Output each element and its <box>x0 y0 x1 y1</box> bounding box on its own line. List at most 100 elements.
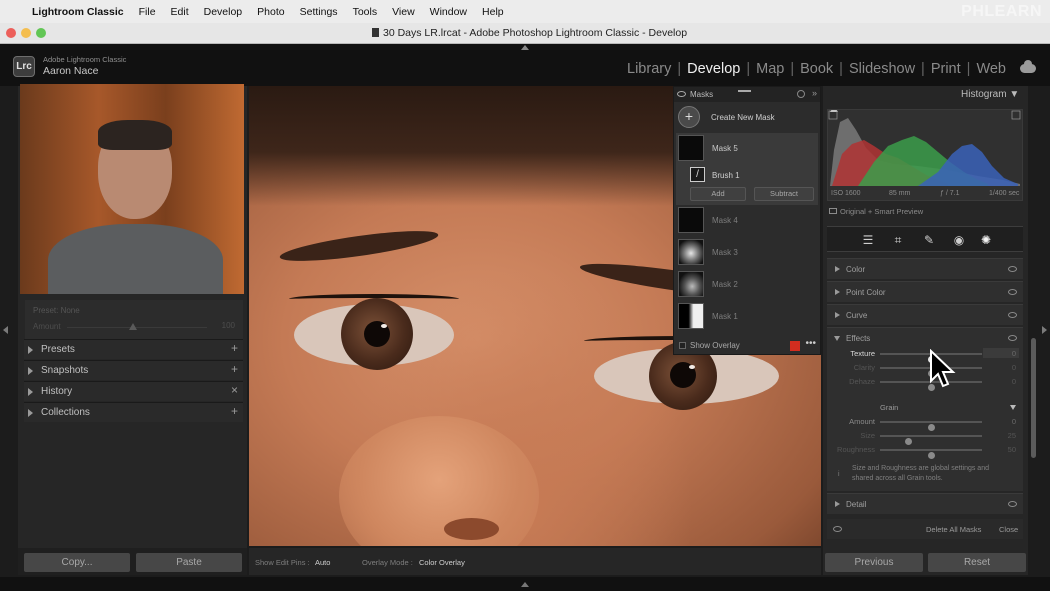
menu-file[interactable]: File <box>139 6 156 18</box>
section-snapshots[interactable]: Snapshots + <box>24 360 243 380</box>
slider-value[interactable]: 0 <box>1012 349 1016 358</box>
preview-status[interactable]: Original + Smart Preview <box>829 207 923 216</box>
add-snapshot-icon[interactable]: + <box>231 362 238 376</box>
module-develop[interactable]: Develop <box>687 61 740 77</box>
slider-track[interactable] <box>880 449 982 459</box>
overlay-color-swatch[interactable] <box>790 341 800 351</box>
menu-edit[interactable]: Edit <box>171 6 189 18</box>
visibility-eye-icon[interactable] <box>1008 335 1017 341</box>
visibility-eye-icon[interactable] <box>1008 289 1017 295</box>
menu-develop[interactable]: Develop <box>204 6 243 18</box>
sliders-icon[interactable]: ☰ <box>861 233 875 247</box>
eye-icon[interactable] <box>833 526 842 532</box>
expand-triangle-icon <box>28 367 33 375</box>
module-web[interactable]: Web <box>976 61 1006 77</box>
section-detail[interactable]: Detail <box>827 493 1023 514</box>
menu-window[interactable]: Window <box>430 6 467 18</box>
mask-item-5[interactable]: Mask 5 <box>678 135 818 165</box>
crop-icon[interactable]: ⌗ <box>891 233 905 248</box>
clear-history-icon[interactable]: × <box>231 383 238 397</box>
section-effects[interactable]: Effects <box>827 327 1023 348</box>
menu-help[interactable]: Help <box>482 6 504 18</box>
brush-component[interactable]: / Brush 1 <box>690 167 818 185</box>
module-book[interactable]: Book <box>800 61 833 77</box>
menu-view[interactable]: View <box>392 6 415 18</box>
mask-item-1[interactable]: Mask 1 <box>678 303 818 333</box>
expand-triangle-icon <box>835 289 840 295</box>
slider-value[interactable]: 0 <box>1012 377 1016 386</box>
add-preset-icon[interactable]: + <box>231 341 238 355</box>
close-masks-button[interactable]: Close <box>999 525 1018 534</box>
mask-item-4[interactable]: Mask 4 <box>678 207 818 237</box>
identity-user: Aaron Nace <box>43 65 99 77</box>
module-map[interactable]: Map <box>756 61 784 77</box>
close-window-button[interactable] <box>6 28 16 38</box>
section-color[interactable]: Color <box>827 258 1023 279</box>
left-panel-toggle-icon[interactable] <box>3 326 8 334</box>
right-panel-scrollbar[interactable] <box>1031 338 1036 458</box>
show-edit-pins-select[interactable]: Auto <box>315 558 330 567</box>
slider-track[interactable] <box>880 435 982 445</box>
slider-thumb[interactable] <box>928 452 935 459</box>
section-history[interactable]: History × <box>24 381 243 401</box>
mask-label: Mask 2 <box>712 280 738 289</box>
slider-value[interactable]: 0 <box>1012 417 1016 426</box>
zoom-window-button[interactable] <box>36 28 46 38</box>
paste-button[interactable]: Paste <box>136 553 242 572</box>
section-collections[interactable]: Collections + <box>24 402 243 422</box>
grain-collapse-icon[interactable] <box>1010 405 1016 410</box>
visibility-eye-icon[interactable] <box>1008 266 1017 272</box>
visibility-eye-icon[interactable] <box>1008 312 1017 318</box>
texture-slider[interactable]: Texture 0 <box>827 347 1023 363</box>
filmstrip-toggle-icon[interactable] <box>521 582 529 587</box>
plus-icon[interactable]: + <box>678 106 700 128</box>
section-point-color[interactable]: Point Color <box>827 281 1023 302</box>
module-library[interactable]: Library <box>627 61 671 77</box>
menu-app[interactable]: Lightroom Classic <box>32 6 124 18</box>
slider-value[interactable]: 50 <box>1008 445 1016 454</box>
show-overlay-checkbox[interactable] <box>679 342 686 349</box>
clarity-slider[interactable]: Clarity 0 <box>827 361 1023 377</box>
cloud-icon[interactable] <box>1020 60 1036 73</box>
delete-all-masks-button[interactable]: Delete All Masks <box>926 525 981 534</box>
add-collection-icon[interactable]: + <box>231 404 238 418</box>
grain-roughness-slider[interactable]: Roughness 50 <box>827 443 1023 459</box>
help-icon[interactable] <box>797 90 805 98</box>
slider-value[interactable]: 25 <box>1008 431 1016 440</box>
drag-handle-icon[interactable] <box>738 90 751 92</box>
histogram-header[interactable]: Histogram ▼ <box>961 89 1019 100</box>
menu-tools[interactable]: Tools <box>353 6 378 18</box>
eye-icon[interactable] <box>677 91 686 97</box>
amount-slider-thumb[interactable] <box>129 323 137 330</box>
top-panel-toggle-icon[interactable] <box>521 45 529 50</box>
more-options-icon[interactable]: ••• <box>805 338 816 349</box>
menu-photo[interactable]: Photo <box>257 6 284 18</box>
menu-settings[interactable]: Settings <box>300 6 338 18</box>
visibility-eye-icon[interactable] <box>1008 501 1017 507</box>
grain-amount-slider[interactable]: Amount 0 <box>827 415 1023 431</box>
module-slideshow[interactable]: Slideshow <box>849 61 915 77</box>
amount-slider-track[interactable] <box>67 327 207 328</box>
mask-item-3[interactable]: Mask 3 <box>678 239 818 269</box>
minimize-window-button[interactable] <box>21 28 31 38</box>
heal-icon[interactable]: ✎ <box>922 233 936 247</box>
slider-track[interactable] <box>880 421 982 431</box>
collapse-icon[interactable]: » <box>812 88 817 98</box>
subtract-button[interactable]: Subtract <box>754 187 814 201</box>
histogram[interactable] <box>827 106 1023 201</box>
section-presets[interactable]: Presets + <box>24 339 243 359</box>
module-print[interactable]: Print <box>931 61 961 77</box>
reset-button[interactable]: Reset <box>928 553 1026 572</box>
copy-button[interactable]: Copy... <box>24 553 130 572</box>
add-button[interactable]: Add <box>690 187 746 201</box>
mask-item-2[interactable]: Mask 2 <box>678 271 818 301</box>
previous-button[interactable]: Previous <box>825 553 923 572</box>
slider-value[interactable]: 0 <box>1012 363 1016 372</box>
masking-icon[interactable]: ✺ <box>979 233 993 247</box>
right-panel-toggle-icon[interactable] <box>1042 326 1047 334</box>
red-eye-icon[interactable]: ◉ <box>952 233 966 247</box>
dehaze-slider[interactable]: Dehaze 0 <box>827 375 1023 391</box>
grain-size-slider[interactable]: Size 25 <box>827 429 1023 445</box>
section-curve[interactable]: Curve <box>827 304 1023 325</box>
overlay-mode-select[interactable]: Color Overlay <box>419 558 465 567</box>
